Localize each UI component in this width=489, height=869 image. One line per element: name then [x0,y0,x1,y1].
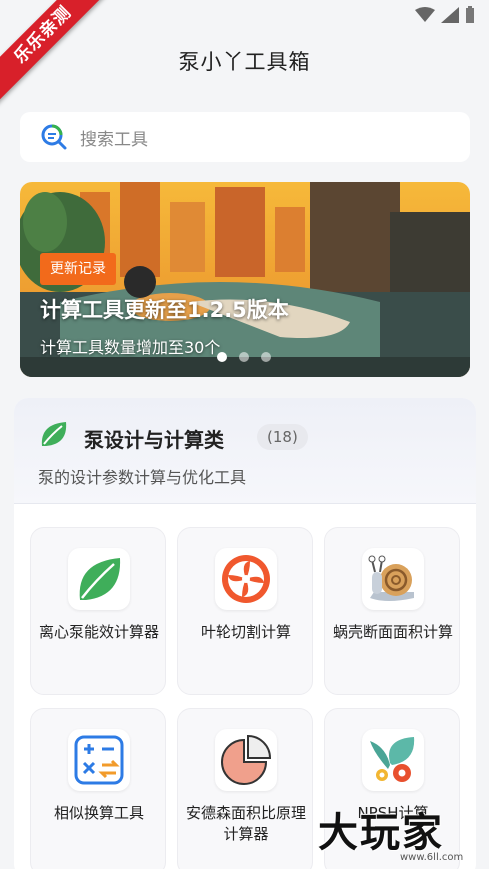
watermark-logo: 大玩家 [318,810,444,856]
tool-card[interactable]: 叶轮切割计算 [177,527,313,695]
battery-icon [466,6,474,23]
watermark-url: www.6ll.com [400,852,464,863]
tool-label: 叶轮切割计算 [200,623,291,641]
banner-subtitle: 计算工具数量增加至30个 [40,338,221,357]
calculator-icon [68,729,130,791]
status-icons [415,6,475,24]
wifi-icon [415,7,435,22]
signal-icon [441,7,459,23]
tool-card[interactable]: 蜗壳断面面积计算 [324,527,460,695]
carousel-dot[interactable] [217,352,227,362]
snail-icon [362,548,424,610]
tool-card[interactable]: 离心泵能效计算器 [30,527,166,695]
category-count: (18) [257,424,308,450]
tool-label: 蜗壳断面面积计算 [333,623,454,641]
gears-leaf-icon [362,729,424,791]
search-bar[interactable]: 搜索工具 [20,112,470,162]
category-card: 泵设计与计算类 (18) 泵的设计参数计算与优化工具 离心泵能效计算器 叶轮切割… [14,398,476,869]
tool-card[interactable]: 安德森面积比原理计算器 [177,708,313,869]
impeller-icon [215,548,277,610]
tool-card[interactable]: 相似换算工具 [30,708,166,869]
carousel-dot[interactable] [261,352,271,362]
leaf-icon [68,548,130,610]
search-placeholder: 搜索工具 [80,129,148,150]
carousel-dots [217,352,271,362]
banner-title: 计算工具更新至1.2.5版本 [40,298,289,322]
carousel-dot[interactable] [239,352,249,362]
leaf-icon [41,422,67,446]
app-title: 泵小丫工具箱 [178,50,311,74]
category-title: 泵设计与计算类 [84,428,224,452]
tool-label: 相似换算工具 [53,804,144,822]
category-header[interactable]: 泵设计与计算类 (18) 泵的设计参数计算与优化工具 [14,398,476,504]
category-description: 泵的设计参数计算与优化工具 [38,468,247,487]
pie-chart-icon [215,729,277,791]
update-badge: 更新记录 [40,253,116,285]
banner-carousel[interactable]: 更新记录 计算工具更新至1.2.5版本 计算工具数量增加至30个 [20,182,470,377]
tool-label: 离心泵能效计算器 [39,623,160,641]
tool-label: 安德森面积比原理计算器 [186,804,307,843]
search-icon [41,124,67,150]
